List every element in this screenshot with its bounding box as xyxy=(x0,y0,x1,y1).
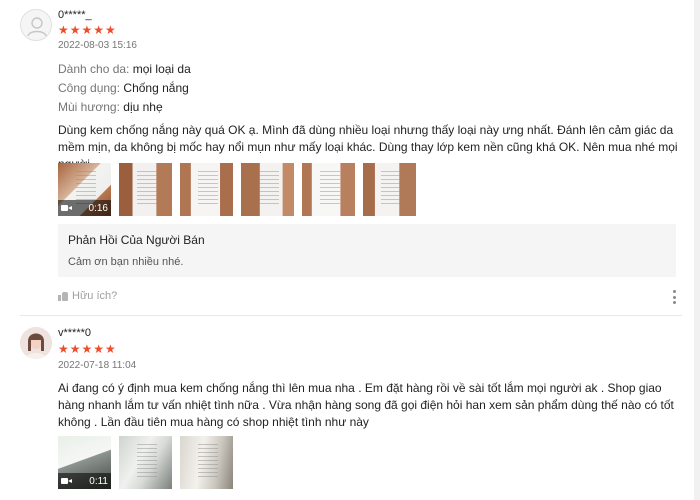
video-duration: 0:11 xyxy=(89,475,108,487)
review-image-thumbnail[interactable] xyxy=(180,436,233,489)
review-media: 0:11 xyxy=(58,436,233,489)
avatar[interactable] xyxy=(20,327,52,359)
review-item: v*****0 ★★★★★ 2022-07-18 11:04 Ai đang c… xyxy=(0,0,690,500)
scrollbar[interactable] xyxy=(694,0,700,500)
review-image-thumbnail[interactable] xyxy=(119,436,172,489)
review-date: 2022-07-18 11:04 xyxy=(58,360,137,371)
profile-photo xyxy=(20,327,52,359)
video-camera-icon xyxy=(61,477,72,485)
reviews-panel: 0*****_ ★★★★★ 2022-08-03 15:16 Dành cho … xyxy=(0,0,700,500)
review-video-thumbnail[interactable]: 0:11 xyxy=(58,436,111,489)
star-rating: ★★★★★ xyxy=(58,342,117,356)
review-author: v*****0 xyxy=(58,327,92,339)
video-overlay: 0:11 xyxy=(58,473,111,489)
review-text: Ai đang có ý định mua kem chống nắng thì… xyxy=(58,381,674,429)
